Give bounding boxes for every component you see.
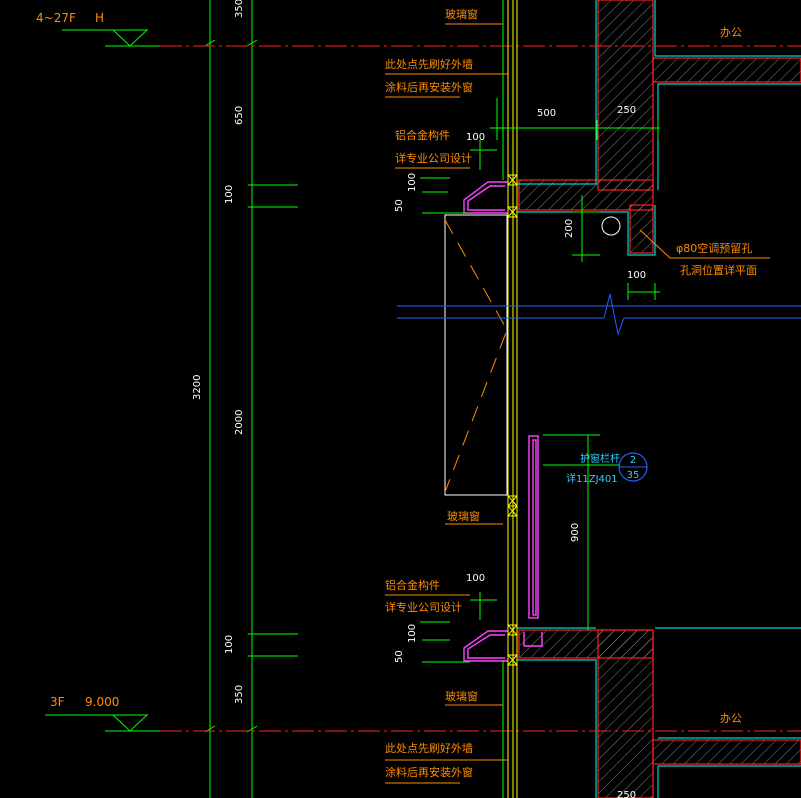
note-glass-window-3: 玻璃窗: [445, 689, 478, 703]
level-marker-bottom: [45, 714, 160, 732]
dim-250-bottom: 250: [617, 790, 636, 798]
dim-900: 900: [570, 523, 581, 542]
level-floor-bottom: 3F: [50, 695, 65, 709]
note-paint-2b: 涂料后再安装外窗: [385, 765, 473, 779]
level-marker-top: [62, 29, 160, 47]
dim-50-a: 50: [394, 199, 405, 212]
note-alum-2b: 详专业公司设计: [385, 600, 462, 614]
note-paint-2: 涂料后再安装外窗: [385, 80, 473, 94]
note-glass-window-2: 玻璃窗: [447, 509, 480, 523]
dim-650: 650: [234, 106, 245, 125]
dim-2000: 2000: [234, 410, 245, 435]
aluminum-profile-top: [463, 181, 508, 214]
dim-50-b: 50: [394, 650, 405, 663]
window-railing: [523, 435, 543, 647]
dim-350-top: 350: [234, 0, 245, 18]
left-dimension-lines: [204, 0, 298, 798]
note-glass-window-1: 玻璃窗: [445, 7, 478, 21]
level-floor-top: 4~27F: [36, 11, 76, 25]
note-ac-hole-2: 孔洞位置详平面: [680, 263, 757, 277]
detail-callout: 2 35: [618, 452, 648, 482]
dim-100-b: 100: [407, 173, 418, 192]
dim-100-left-b: 100: [224, 635, 235, 654]
dim-100-e: 100: [407, 624, 418, 643]
ac-hole-icon: [601, 216, 621, 236]
room-label-bottom: 办公: [720, 712, 742, 725]
dim-100-left-a: 100: [224, 185, 235, 204]
aluminum-profile-bottom: [463, 630, 508, 662]
finish-lines: [517, 0, 801, 798]
break-line: [397, 293, 801, 336]
note-ac-hole-1: φ80空调预留孔: [676, 241, 752, 255]
cad-section-drawing: 2 35 4~27F H 3F 9.000 办公 办公 玻璃窗 此处点先刷好外墙…: [36, 0, 801, 798]
level-elev-top: H: [95, 11, 104, 25]
level-elev-bottom: 9.000: [85, 695, 119, 709]
dim-500: 500: [537, 108, 556, 119]
note-alum-1b: 铝合金构件: [385, 578, 440, 592]
concrete-wall: [518, 0, 801, 798]
dim-200: 200: [564, 219, 575, 238]
dim-100-a: 100: [466, 132, 485, 143]
dim-250-top: 250: [617, 105, 636, 116]
note-alum-1: 铝合金构件: [395, 128, 450, 142]
note-paint-1b: 此处点先刷好外墙: [385, 741, 473, 755]
room-label-top: 办公: [720, 26, 742, 39]
dim-100-d: 100: [466, 573, 485, 584]
dim-350-bottom: 350: [234, 685, 245, 704]
dim-3200: 3200: [192, 375, 203, 400]
note-railing-2: 详11ZJ401: [566, 472, 618, 485]
note-railing-1: 护窗栏杆: [580, 452, 620, 465]
note-alum-2: 详专业公司设计: [395, 151, 472, 165]
dim-100-c: 100: [627, 270, 646, 281]
detail-number: 2: [630, 455, 636, 466]
casement-sash: [444, 214, 508, 496]
detail-sheet: 35: [627, 470, 640, 481]
window-frame: [502, 0, 518, 798]
note-paint-1: 此处点先刷好外墙: [385, 57, 473, 71]
